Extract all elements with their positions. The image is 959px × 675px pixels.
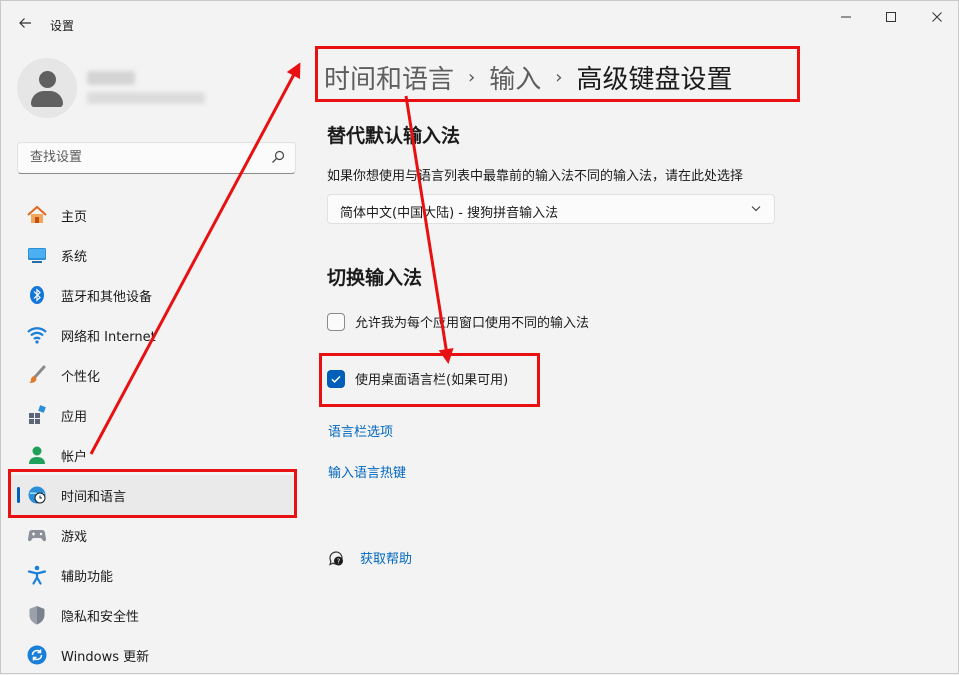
sidebar-item-label: 蓝牙和其他设备 — [61, 289, 153, 305]
active-indicator — [17, 487, 20, 503]
time-language-icon — [26, 484, 48, 506]
section-title-switch: 切换输入法 — [327, 267, 423, 289]
minimize-icon — [841, 16, 851, 18]
sidebar-item-accounts[interactable]: 帐户 — [9, 435, 296, 475]
sidebar-item-label: Windows 更新 — [61, 649, 150, 665]
dropdown-value: 简体中文(中国大陆) - 搜狗拼音输入法 — [340, 206, 559, 221]
windows-update-icon — [26, 644, 48, 666]
sidebar-item-apps[interactable]: 应用 — [9, 395, 296, 435]
shield-icon — [26, 604, 48, 626]
sidebar-item-label: 个性化 — [61, 369, 101, 385]
title-bar: 设置 — [1, 1, 958, 47]
sidebar-item-label: 游戏 — [61, 529, 88, 545]
sidebar-item-label: 隐私和安全性 — [61, 609, 140, 625]
language-bar-checkbox[interactable] — [327, 369, 345, 388]
settings-window: 设置 主页 — [0, 0, 959, 674]
search-input[interactable] — [28, 149, 262, 166]
paintbrush-icon — [26, 364, 48, 386]
sidebar-item-label: 时间和语言 — [61, 489, 127, 505]
sidebar-item-gaming[interactable]: 游戏 — [9, 515, 296, 555]
user-name-blurred — [87, 71, 135, 85]
accessibility-icon — [26, 564, 48, 586]
section-title-override: 替代默认输入法 — [327, 125, 461, 147]
bluetooth-icon — [26, 284, 48, 306]
checkmark-icon — [331, 375, 341, 383]
help-label: 获取帮助 — [360, 552, 413, 567]
close-button[interactable] — [914, 1, 959, 33]
checkbox-label: 使用桌面语言栏(如果可用) — [355, 373, 509, 388]
sidebar-item-home[interactable]: 主页 — [9, 195, 296, 235]
sidebar-item-label: 系统 — [61, 249, 88, 265]
get-help-link[interactable]: ? 获取帮助 — [327, 548, 412, 567]
user-email-blurred — [87, 92, 205, 104]
page-title: 高级键盘设置 — [576, 64, 733, 95]
wifi-icon — [26, 324, 48, 346]
sidebar-nav: 主页 系统 蓝牙和其他设备 网络和 Internet 个性化 应用 帐户 时间和… — [9, 195, 296, 675]
language-bar-options-link[interactable]: 语言栏选项 — [328, 421, 393, 440]
per-app-input-checkbox[interactable] — [327, 312, 345, 331]
breadcrumb-separator: › — [555, 66, 563, 88]
home-icon — [26, 204, 48, 226]
system-display-icon — [26, 244, 48, 266]
input-language-hotkeys-link[interactable]: 输入语言热键 — [328, 462, 406, 481]
search-icon[interactable] — [271, 150, 285, 164]
avatar-head — [39, 71, 56, 88]
minimize-button[interactable] — [823, 1, 869, 33]
sidebar-item-system[interactable]: 系统 — [9, 235, 296, 275]
svg-text:?: ? — [337, 557, 341, 565]
avatar-body — [31, 91, 63, 107]
help-icon: ? — [329, 550, 343, 565]
back-arrow-icon[interactable] — [15, 13, 35, 33]
breadcrumb-item-input[interactable]: 输入 — [489, 59, 541, 96]
search-box[interactable] — [17, 142, 296, 174]
sidebar-item-label: 网络和 Internet — [61, 329, 156, 345]
override-description: 如果你想使用与语言列表中最靠前的输入法不同的输入法，请在此处选择 — [327, 169, 744, 184]
gamepad-icon — [26, 524, 48, 546]
breadcrumb-separator: › — [468, 66, 476, 88]
sidebar-item-personalization[interactable]: 个性化 — [9, 355, 296, 395]
sidebar-item-label: 帐户 — [61, 449, 88, 465]
chevron-down-icon — [751, 206, 761, 212]
sidebar-item-label: 应用 — [61, 409, 88, 425]
close-icon — [932, 12, 942, 22]
sidebar-item-privacy[interactable]: 隐私和安全性 — [9, 595, 296, 635]
sidebar-item-accessibility[interactable]: 辅助功能 — [9, 555, 296, 595]
app-title: 设置 — [50, 19, 75, 33]
sidebar-item-windows-update[interactable]: Windows 更新 — [9, 635, 296, 675]
breadcrumb: 时间和语言 › 输入 › 高级键盘设置 — [324, 55, 732, 99]
maximize-button[interactable] — [868, 1, 914, 33]
sidebar-item-label: 主页 — [61, 209, 88, 225]
maximize-icon — [886, 12, 896, 22]
sidebar-item-bluetooth[interactable]: 蓝牙和其他设备 — [9, 275, 296, 315]
per-app-input-checkbox-row[interactable]: 允许我为每个应用窗口使用不同的输入法 — [327, 312, 589, 331]
sidebar-item-network[interactable]: 网络和 Internet — [9, 315, 296, 355]
language-bar-checkbox-row[interactable]: 使用桌面语言栏(如果可用) — [327, 369, 508, 388]
account-icon — [26, 444, 48, 466]
checkbox-label: 允许我为每个应用窗口使用不同的输入法 — [355, 316, 590, 331]
input-method-dropdown[interactable]: 简体中文(中国大陆) - 搜狗拼音输入法 — [327, 194, 775, 224]
apps-icon — [26, 404, 48, 426]
avatar[interactable] — [17, 58, 77, 118]
sidebar-item-time-language[interactable]: 时间和语言 — [9, 475, 296, 515]
sidebar-item-label: 辅助功能 — [61, 569, 114, 585]
breadcrumb-item-time-language[interactable]: 时间和语言 — [324, 59, 454, 96]
